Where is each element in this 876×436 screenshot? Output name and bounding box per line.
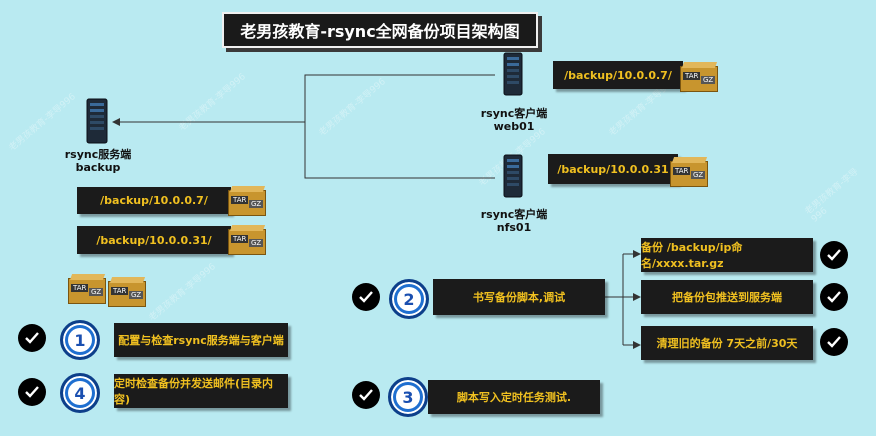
check-icon — [18, 324, 46, 352]
step-number-badge: 3 — [388, 377, 428, 417]
server-backup-path-2: /backup/10.0.0.31/ — [77, 226, 231, 254]
server-tower-icon — [86, 98, 108, 144]
server-tower-icon — [503, 154, 523, 198]
diagram-canvas: 老男孩教育-李导996 老男孩教育-李导996 老男孩教育-李导996 老男孩教… — [0, 0, 876, 436]
step-1-box: 配置与检查rsync服务端与客户端 — [114, 323, 288, 357]
tar-label: TAR — [683, 72, 701, 80]
step-2-box: 书写备份脚本,调试 — [433, 279, 605, 315]
step-number-badge: 4 — [60, 373, 100, 413]
step-number-badge: 2 — [389, 279, 429, 319]
substep-box-3: 清理旧的备份 7天之前/30天 — [641, 326, 813, 360]
tar-gz-archive-icon: TAR GZ — [228, 186, 266, 216]
tar-gz-archive-icon: TAR GZ — [670, 157, 708, 187]
step-number-badge: 1 — [60, 320, 100, 360]
step-number: 3 — [396, 385, 420, 409]
diagram-title: 老男孩教育-rsync全网备份项目架构图 — [222, 12, 538, 48]
tar-label: TAR — [673, 167, 691, 175]
tar-gz-archive-icon: TAR GZ — [228, 225, 266, 255]
tar-label: TAR — [111, 287, 129, 295]
web-label-role: rsync客户端 — [480, 107, 548, 120]
check-icon — [18, 378, 46, 406]
substep-box-2: 把备份包推送到服务端 — [641, 280, 813, 314]
tar-gz-archive-icon: TAR GZ — [680, 62, 718, 92]
step-3-box: 脚本写入定时任务测试. — [428, 380, 600, 414]
web-label-host: web01 — [493, 120, 535, 133]
server-label-host: backup — [75, 161, 121, 174]
nfs-backup-path: /backup/10.0.0.31 — [548, 154, 678, 184]
check-icon — [352, 381, 380, 409]
gz-label: GZ — [249, 200, 264, 208]
nfs-label-host: nfs01 — [496, 221, 532, 234]
gz-label: GZ — [249, 239, 264, 247]
tar-label: TAR — [231, 196, 249, 204]
check-icon — [352, 283, 380, 311]
step-number: 4 — [68, 381, 92, 405]
tar-label: TAR — [231, 235, 249, 243]
gz-label: GZ — [691, 171, 706, 179]
step-number: 2 — [397, 287, 421, 311]
server-backup-path-1: /backup/10.0.0.7/ — [77, 187, 231, 214]
check-icon — [820, 241, 848, 269]
nfs-label-role: rsync客户端 — [480, 208, 548, 221]
server-label-role: rsync服务端 — [64, 148, 132, 161]
check-icon — [820, 283, 848, 311]
substep-box-1: 备份 /backup/ip命名/xxxx.tar.gz — [641, 238, 813, 272]
step-4-box: 定时检查备份并发送邮件(目录内容) — [114, 374, 288, 408]
web-backup-path: /backup/10.0.0.7/ — [553, 61, 683, 89]
gz-label: GZ — [701, 76, 716, 84]
gz-label: GZ — [129, 291, 144, 299]
tar-label: TAR — [71, 284, 89, 292]
gz-label: GZ — [89, 288, 104, 296]
check-icon — [820, 328, 848, 356]
server-tower-icon — [503, 52, 523, 96]
step-number: 1 — [68, 328, 92, 352]
tar-gz-archive-icon: TAR GZ — [108, 277, 146, 307]
connector-lines — [112, 74, 641, 349]
tar-gz-archive-icon: TAR GZ — [68, 274, 106, 304]
